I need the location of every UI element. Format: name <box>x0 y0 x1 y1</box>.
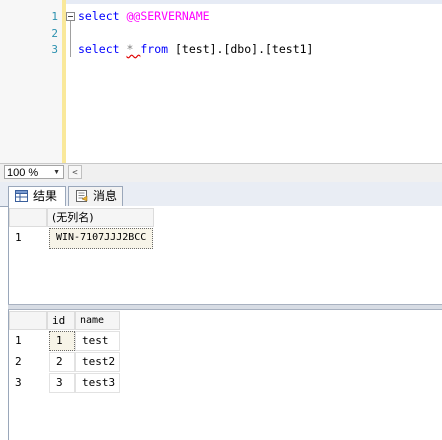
row-number[interactable]: 2 <box>15 353 22 371</box>
zoom-select[interactable]: 100 % ▼ <box>4 165 64 179</box>
system-variable-servername: @@SERVERNAME <box>126 9 210 23</box>
collapse-region-icon[interactable] <box>66 12 75 21</box>
sql-editor[interactable]: 1 2 3 select @@SERVERNAME select * from … <box>0 0 442 163</box>
tab-messages-label: 消息 <box>93 189 118 203</box>
line-number-gutter: 1 2 3 <box>0 0 63 163</box>
editor-top-strip <box>0 0 442 4</box>
row-number[interactable]: 1 <box>15 332 22 350</box>
chevron-down-icon[interactable]: ▼ <box>53 166 60 180</box>
editor-zoom-bar: 100 % ▼ < <box>0 163 442 183</box>
grid-cell[interactable]: test3 <box>75 373 120 393</box>
column-header[interactable]: name <box>75 311 120 330</box>
line-number: 2 <box>51 27 58 40</box>
grid-cell[interactable]: 1 <box>49 331 75 351</box>
change-tracking-margin <box>62 0 66 163</box>
row-number[interactable]: 1 <box>15 229 22 247</box>
line-number: 1 <box>51 10 58 23</box>
tab-results[interactable]: 结果 <box>8 186 66 207</box>
table-identifier: [test].[dbo].[test1] <box>175 42 314 56</box>
grid-cell[interactable]: 3 <box>49 373 75 393</box>
grid-corner-header <box>9 208 47 227</box>
tab-messages[interactable]: 消息 <box>68 186 123 206</box>
scroll-left-icon[interactable]: < <box>68 165 82 179</box>
grid-icon <box>15 190 28 202</box>
tab-results-label: 结果 <box>33 189 58 203</box>
keyword-select: select <box>78 42 120 56</box>
results-tab-bar: 结果 消息 <box>0 182 442 207</box>
column-header[interactable]: id <box>47 311 75 330</box>
grid-cell[interactable]: test2 <box>75 352 120 372</box>
grid-cell[interactable]: WIN-7107JJJ2BCC <box>49 228 153 249</box>
keyword-from: from <box>140 42 169 56</box>
outline-guide-line <box>70 21 71 57</box>
grid-cell[interactable]: 2 <box>49 352 75 372</box>
code-line-1[interactable]: select @@SERVERNAME <box>78 9 210 23</box>
message-icon <box>76 190 88 202</box>
column-header[interactable]: (无列名) <box>47 208 154 227</box>
grid-corner-header <box>9 311 47 330</box>
row-number[interactable]: 3 <box>15 374 22 392</box>
zoom-value: 100 % <box>7 167 39 179</box>
line-number: 3 <box>51 43 58 56</box>
grid-cell[interactable]: test <box>75 331 120 351</box>
keyword-select: select <box>78 9 120 23</box>
result-grid-2[interactable]: id name 1 1 test 2 2 test2 3 3 test3 <box>8 310 442 440</box>
code-line-3[interactable]: select * from [test].[dbo].[test1] <box>78 42 313 56</box>
result-grid-1[interactable]: (无列名) 1 WIN-7107JJJ2BCC <box>8 206 442 306</box>
